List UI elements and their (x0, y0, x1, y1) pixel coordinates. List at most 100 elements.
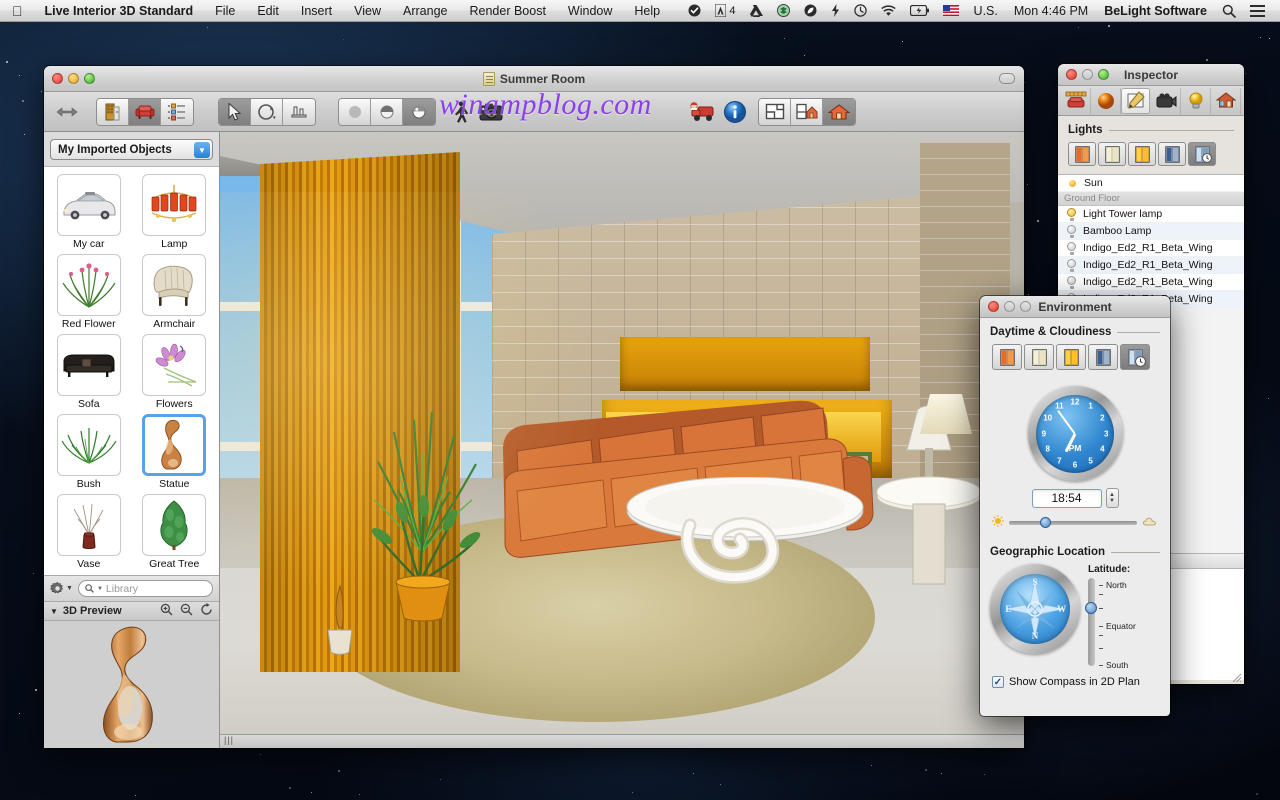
chevron-down-icon[interactable]: ▼ (194, 142, 210, 158)
house-3d-icon[interactable] (823, 99, 855, 125)
gear-icon[interactable]: ▼ (50, 581, 73, 596)
zoom-out-icon[interactable] (180, 603, 193, 619)
notification-center-icon[interactable] (1243, 5, 1272, 17)
walkthrough-person-icon[interactable] (446, 98, 476, 126)
window-custom-icon[interactable] (1188, 142, 1216, 166)
tab-object-properties[interactable] (1061, 88, 1091, 114)
window-day-icon[interactable] (1098, 142, 1126, 166)
time-input[interactable]: 18:54 (1032, 489, 1102, 508)
evernote-icon[interactable] (797, 4, 824, 17)
tab-site[interactable] (1211, 88, 1241, 114)
cloudiness-slider[interactable] (980, 514, 1170, 538)
stepper-up-down-icon[interactable]: ▲ ▼ (1106, 488, 1119, 508)
window-day-icon[interactable] (1024, 344, 1054, 370)
split-view-icon[interactable] (791, 99, 823, 125)
library-item-red-flower[interactable]: Red Flower (46, 251, 132, 331)
library-item-my-car[interactable]: My car (46, 171, 132, 251)
compass-rose-icon[interactable]: S W N E (990, 564, 1080, 654)
window-custom-icon[interactable] (1120, 344, 1150, 370)
sphere-flat-icon[interactable] (339, 99, 371, 125)
list-item[interactable]: Sun (1058, 175, 1244, 192)
menu-edit[interactable]: Edit (246, 4, 290, 18)
tab-material[interactable] (1091, 88, 1121, 114)
latitude-track[interactable] (1088, 578, 1095, 666)
info-icon[interactable] (720, 98, 750, 126)
tab-camera[interactable] (1151, 88, 1181, 114)
pan-icon[interactable] (283, 99, 315, 125)
show-compass-checkbox-row[interactable]: ✓ Show Compass in 2D Plan (980, 668, 1170, 688)
app-title-bar[interactable]: Summer Room (44, 66, 1024, 92)
google-drive-icon[interactable] (743, 5, 770, 17)
rotate-icon[interactable] (200, 603, 213, 619)
close-button[interactable] (988, 301, 999, 312)
inspector-title-bar[interactable]: Inspector (1058, 64, 1244, 86)
menu-insert[interactable]: Insert (290, 4, 343, 18)
sphere-glossy-icon[interactable] (403, 99, 435, 125)
list-item[interactable]: Light Tower lamp (1058, 206, 1244, 223)
library-item-statue[interactable]: Statue (132, 411, 218, 491)
orbit-icon[interactable] (251, 99, 283, 125)
santa-truck-icon[interactable] (686, 98, 720, 126)
camera-icon[interactable] (476, 98, 506, 126)
3d-render-viewport[interactable]: ||| (220, 132, 1024, 748)
3d-preview-area[interactable] (44, 621, 219, 748)
zoom-in-icon[interactable] (160, 603, 173, 619)
menu-file[interactable]: File (204, 4, 246, 18)
toolbar-toggle-button[interactable] (999, 73, 1015, 84)
zoom-button[interactable] (1020, 301, 1031, 312)
window-sunset-icon[interactable] (1056, 344, 1086, 370)
disclosure-triangle-icon[interactable]: ▼ (50, 607, 58, 616)
horizontal-grip-icon[interactable]: ||| (220, 734, 1024, 748)
library-item-sofa[interactable]: Sofa (46, 331, 132, 411)
dropbox-icon[interactable] (770, 4, 797, 17)
library-popup-button[interactable]: My Imported Objects ▼ (50, 139, 213, 160)
furnish-mode-button[interactable] (129, 99, 161, 125)
menu-clock[interactable]: Mon 4:46 PM (1006, 4, 1096, 18)
project-tree-button[interactable] (161, 99, 193, 125)
zoom-button[interactable] (1098, 69, 1109, 80)
list-item[interactable]: Indigo_Ed2_R1_Beta_Wing (1058, 257, 1244, 274)
latitude-knob[interactable] (1085, 602, 1097, 614)
minimize-button[interactable] (1004, 301, 1015, 312)
resize-grip-icon[interactable] (1230, 670, 1242, 682)
environment-title-bar[interactable]: Environment (980, 296, 1170, 318)
menu-app-name[interactable]: Live Interior 3D Standard (34, 4, 205, 18)
library-item-flowers[interactable]: Flowers (132, 331, 218, 411)
wifi-icon[interactable] (874, 5, 903, 17)
flash-icon[interactable] (824, 4, 847, 17)
window-sunset-icon[interactable] (1128, 142, 1156, 166)
time-machine-icon[interactable] (847, 4, 874, 17)
arrow-cursor-icon[interactable] (219, 99, 251, 125)
menu-render-boost[interactable]: Render Boost (458, 4, 556, 18)
user-account-label[interactable]: BeLight Software (1096, 4, 1215, 18)
close-button[interactable] (1066, 69, 1077, 80)
library-item-armchair[interactable]: Armchair (132, 251, 218, 331)
window-night-icon[interactable] (1158, 142, 1186, 166)
tab-edit[interactable] (1121, 88, 1151, 114)
library-item-bush[interactable]: Bush (46, 411, 132, 491)
library-item-lamp[interactable]: Lamp (132, 171, 218, 251)
list-item[interactable]: Indigo_Ed2_R1_Beta_Wing (1058, 274, 1244, 291)
cloudiness-track[interactable] (1009, 521, 1137, 525)
sphere-shaded-icon[interactable] (371, 99, 403, 125)
plan-2d-icon[interactable] (759, 99, 791, 125)
window-night-icon[interactable] (1088, 344, 1118, 370)
input-source-label[interactable]: U.S. (966, 4, 1006, 18)
preview-header[interactable]: ▼ 3D Preview (44, 601, 219, 621)
search-icon[interactable] (1215, 4, 1243, 18)
list-item[interactable]: Indigo_Ed2_R1_Beta_Wing (1058, 240, 1244, 257)
library-item-great-tree[interactable]: Great Tree (132, 491, 218, 571)
adobe-badge-icon[interactable]: 4 (708, 4, 742, 17)
us-flag-icon[interactable] (936, 5, 966, 16)
library-item-vase[interactable]: Vase (46, 491, 132, 571)
minimize-button[interactable] (1082, 69, 1093, 80)
list-item[interactable]: Bamboo Lamp (1058, 223, 1244, 240)
menu-window[interactable]: Window (557, 4, 623, 18)
resize-handle-icon[interactable] (52, 98, 82, 126)
tab-light[interactable] (1181, 88, 1211, 114)
window-dawn-icon[interactable] (992, 344, 1022, 370)
search-input[interactable]: ▼ Library (78, 580, 213, 597)
battery-icon[interactable] (903, 5, 936, 16)
apple-logo-icon[interactable]:  (0, 4, 34, 18)
checkmark-icon[interactable]: ✓ (992, 676, 1004, 688)
